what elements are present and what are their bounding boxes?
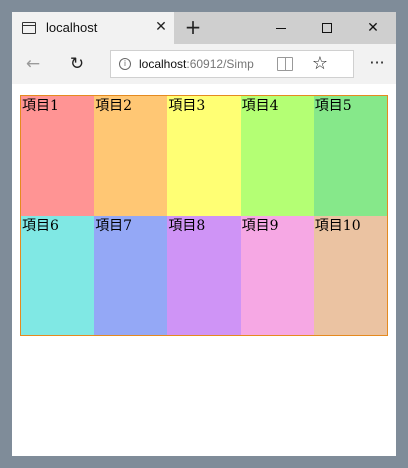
url-host: localhost: [139, 57, 187, 71]
address-bar[interactable]: i localhost:60912/Simp ☆: [110, 50, 354, 78]
refresh-icon[interactable]: ↻: [64, 52, 90, 76]
maximize-icon: [322, 23, 332, 33]
reading-view-icon[interactable]: [277, 57, 293, 71]
favorite-star-icon[interactable]: ☆: [309, 53, 331, 75]
tab-title: localhost: [46, 20, 98, 35]
grid-item: 項目6: [21, 215, 95, 335]
grid-item: 項目2: [94, 96, 168, 216]
grid-item: 項目10: [313, 215, 387, 335]
url-path: :60912/Simp: [186, 57, 254, 71]
item-grid: 項目1 項目2 項目3 項目4 項目5 項目6 項目7 項目8 項目9 項目10: [20, 95, 388, 336]
minimize-icon: [276, 28, 286, 29]
grid-item: 項目9: [240, 215, 314, 335]
page-content: 項目1 項目2 項目3 項目4 項目5 項目6 項目7 項目8 項目9 項目10: [12, 84, 396, 456]
info-icon[interactable]: i: [119, 58, 131, 70]
url-text: localhost:60912/Simp: [139, 57, 269, 71]
grid-item: 項目8: [167, 215, 241, 335]
grid-item: 項目5: [313, 96, 387, 216]
page-icon: [22, 22, 36, 34]
address-toolbar: ← ↻ i localhost:60912/Simp ☆ ···: [12, 44, 396, 84]
grid-item: 項目7: [94, 215, 168, 335]
grid-item: 項目4: [240, 96, 314, 216]
title-bar: localhost ✕ + ✕: [12, 12, 396, 44]
maximize-button[interactable]: [304, 12, 350, 44]
tab-close-icon[interactable]: ✕: [152, 18, 170, 36]
grid-item: 項目1: [21, 96, 95, 216]
browser-window: localhost ✕ + ✕ ← ↻ i localhost:60912/Si…: [0, 0, 408, 468]
new-tab-icon[interactable]: +: [182, 16, 204, 38]
window-close-button[interactable]: ✕: [350, 12, 396, 44]
minimize-button[interactable]: [258, 12, 304, 44]
grid-item: 項目3: [167, 96, 241, 216]
back-arrow-icon[interactable]: ←: [20, 52, 46, 76]
tab-localhost[interactable]: localhost ✕: [12, 12, 174, 44]
browser-frame: localhost ✕ + ✕ ← ↻ i localhost:60912/Si…: [12, 12, 396, 456]
more-menu-icon[interactable]: ···: [364, 52, 390, 76]
